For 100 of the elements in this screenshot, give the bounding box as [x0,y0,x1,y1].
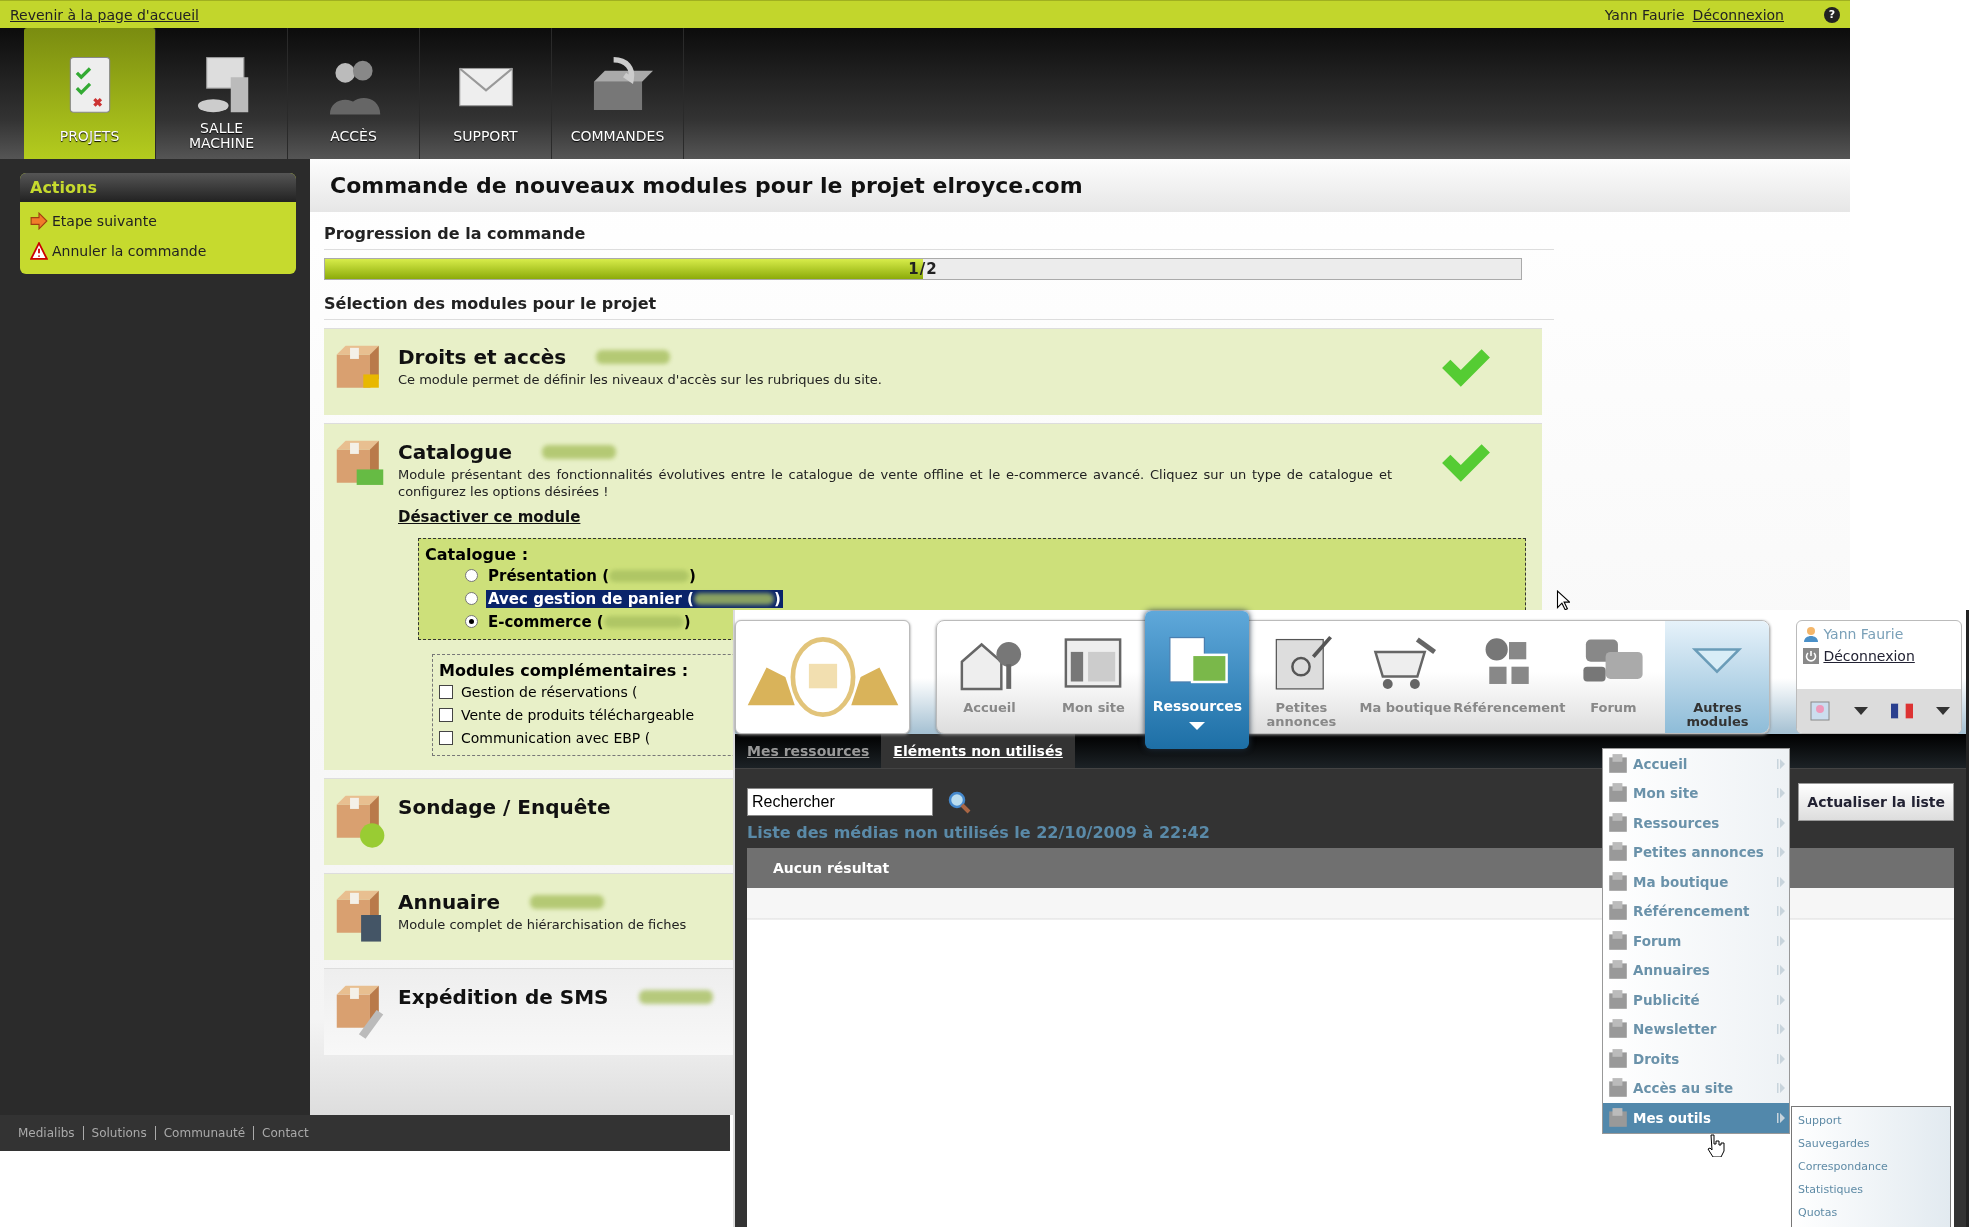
module-description: Module complet de hiérarchisation de fiches [398,916,688,933]
module-icon [1607,1106,1629,1129]
person-icon [1803,625,1820,643]
radio-button[interactable] [465,569,478,582]
module-icon [1607,1077,1629,1100]
module-name: Expédition de SMS [398,985,609,1009]
submenu-item[interactable]: Correspondance [1798,1157,1944,1176]
submenu-arrow-icon [1777,1053,1785,1064]
menu-item[interactable]: Newsletter [1603,1014,1789,1044]
help-button[interactable]: ? [1824,6,1840,23]
module-icon [1607,1018,1629,1041]
checkbox-label: Gestion de réservations ( [461,683,638,700]
module-tab[interactable]: Mon site [1041,621,1146,733]
logout-link[interactable]: Déconnexion [1692,6,1784,23]
option-label: E-commerce ( ) [487,612,692,631]
menu-item[interactable]: Droits [1603,1044,1789,1074]
checkbox-label: Vente de produits téléchargeable [461,706,694,723]
module-tab[interactable]: Petites annonces [1249,621,1354,733]
page-title: Commande de nouveaux modules pour le projet elroyce.com [310,159,1850,212]
actions-title: Actions [20,173,296,202]
action-link[interactable]: Annuler la commande [30,242,286,260]
search-icon[interactable] [947,790,971,814]
submenu-item[interactable]: Statistiques [1798,1180,1944,1199]
footer-link[interactable]: Solutions [82,1126,155,1140]
home-link[interactable]: Revenir à la page d'accueil [10,6,199,23]
module-icon [1607,1047,1629,1070]
options-title: Catalogue : [425,545,530,564]
module-icon [1607,959,1629,982]
radio-button[interactable] [465,592,478,605]
extras-title: Modules complémentaires : [439,661,690,680]
pointer-cursor-icon [1556,590,1570,612]
module-icon [1607,752,1629,775]
menu-item[interactable]: Ressources [1603,808,1789,838]
nav-tab[interactable]: COMMANDES [552,28,684,159]
hand-cursor-icon [1705,1132,1725,1157]
module-icon [1607,988,1629,1011]
module-icon [1607,900,1629,923]
module-icon [1607,811,1629,834]
action-link[interactable]: Etape suivante [30,212,286,230]
module-tab[interactable]: Autres modules [1665,621,1770,733]
radio-button[interactable] [465,615,478,628]
tab[interactable]: Eléments non utilisés [881,734,1075,768]
nav-tab[interactable]: SALLE MACHINE [156,28,288,159]
refresh-list-button[interactable]: Actualiser la liste [1798,783,1954,821]
checkbox-label: Communication avec EBP ( [461,729,651,746]
deactivate-link[interactable]: Désactiver ce module [398,508,1392,526]
module-name: Catalogue [398,440,512,464]
menu-item[interactable]: Annuaires [1603,955,1789,985]
nav-tab[interactable]: PROJETS [24,28,156,159]
submenu-arrow-icon [1777,935,1785,946]
arrow-icon [30,212,48,230]
module-icon [1607,782,1629,805]
caret-icon [1187,721,1208,731]
module-description: Ce module permet de définir les niveaux d'accès sur les rubriques du site. [398,371,883,388]
user-name: Yann Faurie [1604,6,1685,23]
submenu-arrow-icon [1777,817,1785,828]
module-tab[interactable]: Accueil [937,621,1042,733]
footer-link[interactable]: Contact [253,1126,317,1140]
menu-item[interactable]: Accueil [1603,749,1789,779]
module-name: Sondage / Enquête [398,795,611,819]
checkbox[interactable] [439,707,453,722]
footer-link[interactable]: Communauté [154,1126,254,1140]
submenu-item[interactable]: Quotas [1798,1203,1944,1222]
menu-item[interactable]: Ma boutique [1603,867,1789,897]
submenu-arrow-icon [1777,965,1785,976]
nav-tab[interactable]: ACCÈS [288,28,420,159]
module-description: Module présentant des fonctionnalités évolutives entre le catalogue de vente offline et le e-commerce avancé. Cliquez sur un type de catalogue et configurez les options désirées ! [398,466,1392,500]
menu-item[interactable]: Mes outils [1603,1103,1789,1133]
menu-item[interactable]: Mon site [1603,778,1789,808]
menu-item[interactable]: Accès au site [1603,1073,1789,1103]
module-tab[interactable]: Ressources [1145,611,1250,749]
option-label: Avec gestion de panier ( ) [486,589,783,608]
search-field[interactable]: Rechercher [747,788,933,816]
submenu-arrow-icon [1777,847,1785,858]
tab[interactable]: Mes ressources [735,734,882,768]
submenu-arrow-icon [1777,876,1785,887]
module-name: Droits et accès [398,345,567,369]
flag-icon[interactable] [1890,701,1913,721]
checkbox[interactable] [439,730,453,745]
submenu-item[interactable]: Support [1798,1111,1944,1130]
footer-link[interactable]: Medialibs [18,1126,83,1140]
nav-tab[interactable]: SUPPORT [420,28,552,159]
power-icon [1803,647,1820,665]
menu-item[interactable]: Forum [1603,926,1789,956]
warning-icon [30,242,48,260]
section-heading: Sélection des modules pour le projet [324,288,1554,320]
menu-item[interactable]: Publicité [1603,985,1789,1015]
logout-link[interactable]: Déconnexion [1823,648,1915,664]
module-icon [1607,870,1629,893]
submenu-arrow-icon [1777,788,1785,799]
module-name: Annuaire [398,890,500,914]
section-heading: Progression de la commande [324,218,1554,250]
menu-item[interactable]: Référencement [1603,896,1789,926]
option-label: Présentation ( ) [487,566,697,585]
checkbox[interactable] [439,684,453,699]
submenu-arrow-icon [1777,994,1785,1005]
menu-item[interactable]: Petites annonces [1603,837,1789,867]
submenu-item[interactable]: Sauvegardes [1798,1134,1944,1153]
caret-icon[interactable] [1935,707,1950,715]
caret-icon[interactable] [1853,707,1868,715]
